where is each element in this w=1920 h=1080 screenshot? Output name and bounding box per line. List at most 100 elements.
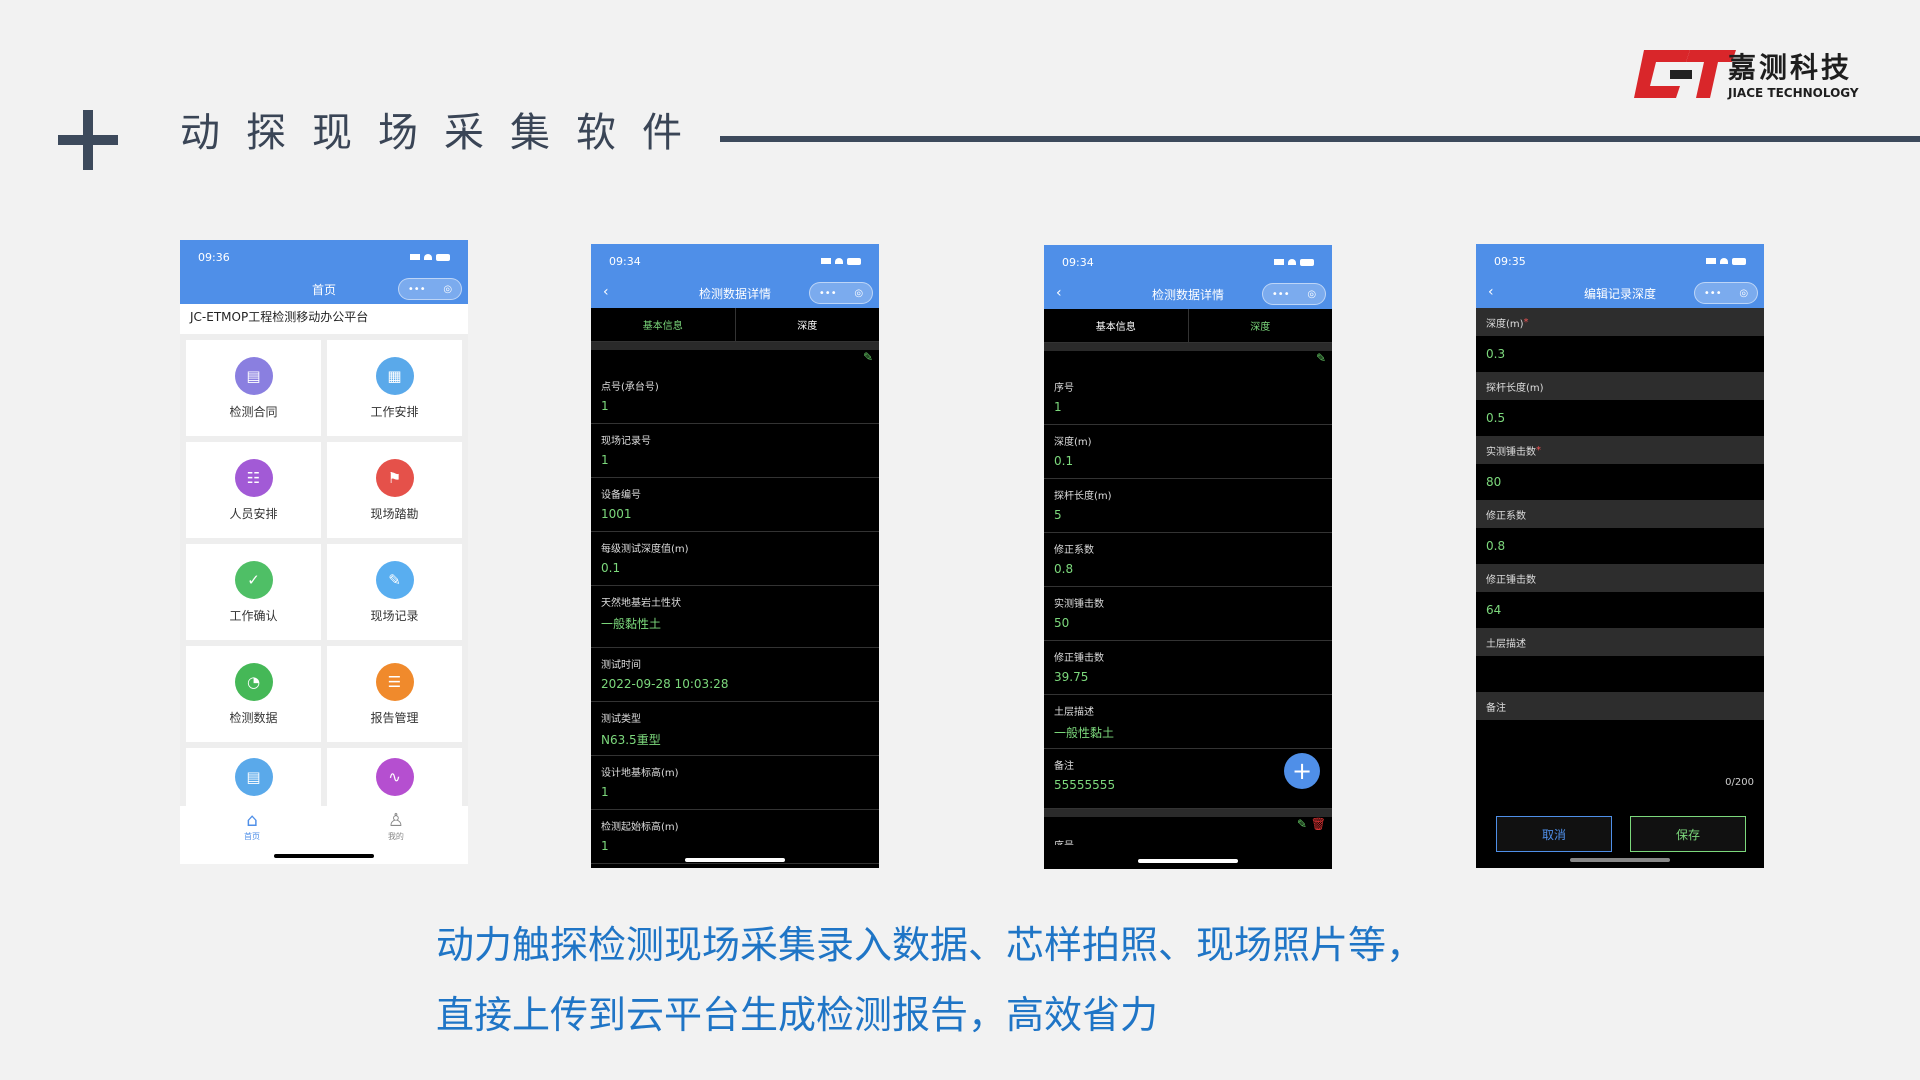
blow-count-input[interactable]: 80 bbox=[1476, 464, 1764, 500]
field-label: 点号(承台号) bbox=[601, 382, 659, 393]
field-label: 检测起始标高(m) bbox=[601, 822, 679, 833]
back-icon[interactable]: ‹ bbox=[603, 284, 609, 300]
home-indicator bbox=[274, 854, 374, 858]
field-row: 序号 1 bbox=[1044, 371, 1332, 425]
status-bar: 09:34 bbox=[1044, 245, 1332, 279]
miniapp-capsule[interactable]: ••• ◎ bbox=[398, 278, 462, 300]
field-value: 0.1 bbox=[1054, 454, 1074, 468]
check-icon: ✓ bbox=[234, 560, 273, 599]
menu-item-schedule[interactable]: ▦ 工作安排 bbox=[327, 340, 462, 436]
divider bbox=[1044, 809, 1332, 817]
field-label: 现场记录号 bbox=[601, 436, 651, 447]
list-icon: ▤ bbox=[234, 758, 273, 796]
field-row: 设备编号 1001 bbox=[591, 478, 879, 532]
nav-bar: 首页 ••• ◎ bbox=[180, 274, 468, 304]
menu-item-report[interactable]: ☰ 报告管理 bbox=[327, 646, 462, 742]
correction-factor-input[interactable]: 0.8 bbox=[1476, 528, 1764, 564]
menu-item-confirm[interactable]: ✓ 工作确认 bbox=[186, 544, 321, 640]
depth-input[interactable]: 0.3 bbox=[1476, 336, 1764, 372]
tab-label: 我的 bbox=[387, 832, 404, 841]
chart-pie-icon: ◔ bbox=[234, 662, 273, 701]
field-label: 深度(m) bbox=[1054, 437, 1092, 448]
field-label: 测试时间 bbox=[601, 660, 641, 671]
menu-label: 报告管理 bbox=[370, 710, 419, 725]
status-icons bbox=[1706, 257, 1746, 265]
edit-icon[interactable]: ✎ bbox=[1297, 817, 1307, 831]
company-logo-icon bbox=[1634, 50, 1736, 98]
corrected-blow-input[interactable]: 64 bbox=[1476, 592, 1764, 628]
caption-line-1: 动力触探检测现场采集录入数据、芯样拍照、现场照片等， bbox=[436, 923, 1425, 967]
menu-item-staff[interactable]: ☷ 人员安排 bbox=[186, 442, 321, 538]
soil-description-input[interactable] bbox=[1476, 656, 1764, 692]
home-indicator bbox=[685, 858, 785, 862]
back-icon[interactable]: ‹ bbox=[1056, 285, 1062, 301]
nav-bar: ‹ 检测数据详情 ••• ◎ bbox=[591, 278, 879, 308]
phone-detail-basic: 09:34 ‹ 检测数据详情 ••• ◎ 基本信息 深度 ✎ 点号(承台号) 1 现… bbox=[591, 244, 879, 868]
miniapp-capsule[interactable]: ••• ◎ bbox=[1262, 283, 1326, 305]
miniapp-capsule[interactable]: ••• ◎ bbox=[809, 282, 873, 304]
back-icon[interactable]: ‹ bbox=[1488, 284, 1494, 300]
tab-depth[interactable]: 深度 bbox=[1187, 309, 1332, 343]
field-row: 备注 55555555 + bbox=[1044, 749, 1332, 809]
cancel-button[interactable]: 取消 bbox=[1496, 816, 1612, 852]
close-circle-icon[interactable]: ◎ bbox=[854, 288, 863, 299]
save-button[interactable]: 保存 bbox=[1630, 816, 1746, 852]
tab-home[interactable]: ⌂ 首页 bbox=[244, 810, 260, 864]
status-time: 09:36 bbox=[198, 250, 230, 264]
status-bar: 09:36 bbox=[180, 240, 468, 274]
miniapp-capsule[interactable]: ••• ◎ bbox=[1694, 282, 1758, 304]
status-time: 09:34 bbox=[1062, 255, 1094, 269]
remark-textarea[interactable]: 0/200 bbox=[1476, 720, 1764, 794]
edit-icon[interactable]: ✎ bbox=[591, 350, 879, 370]
detail-tabs: 基本信息 深度 bbox=[591, 308, 879, 342]
field-row: 天然地基岩土性状 一般黏性土 bbox=[591, 586, 879, 648]
edit-icon[interactable]: ✎ bbox=[1044, 351, 1332, 371]
nav-title: 编辑记录深度 bbox=[1583, 286, 1656, 301]
schedule-icon: ▦ bbox=[375, 356, 414, 395]
more-icon[interactable]: ••• bbox=[819, 288, 837, 299]
menu-label: 工作确认 bbox=[229, 608, 278, 623]
nav-title: 检测数据详情 bbox=[698, 286, 771, 301]
field-row: 点号(承台号) 1 bbox=[591, 370, 879, 424]
menu-item-data[interactable]: ◔ 检测数据 bbox=[186, 646, 321, 742]
phone1-header: 09:36 首页 ••• ◎ bbox=[180, 240, 468, 304]
menu-item-more1[interactable]: ▤ bbox=[186, 748, 321, 808]
more-icon[interactable]: ••• bbox=[1272, 289, 1290, 300]
tab-depth[interactable]: 深度 bbox=[734, 308, 879, 342]
more-icon[interactable]: ••• bbox=[408, 284, 426, 295]
close-circle-icon[interactable]: ◎ bbox=[1307, 289, 1316, 300]
menu-item-survey[interactable]: ⚑ 现场踏勘 bbox=[327, 442, 462, 538]
next-record-label: 序号 bbox=[1044, 837, 1332, 845]
tab-basic-info[interactable]: 基本信息 bbox=[1044, 309, 1188, 343]
phone3-header: 09:34 ‹ 检测数据详情 ••• ◎ bbox=[1044, 245, 1332, 309]
plus-icon bbox=[58, 110, 118, 170]
add-record-button[interactable]: + bbox=[1284, 753, 1320, 789]
menu-item-more2[interactable]: ∿ bbox=[327, 748, 462, 808]
field-label: 探杆长度(m) bbox=[1054, 491, 1112, 502]
form-label: 探杆长度(m) bbox=[1476, 372, 1764, 400]
form-label-text: 深度(m) bbox=[1486, 318, 1524, 330]
field-value: 39.75 bbox=[1054, 670, 1089, 684]
field-value: 1 bbox=[601, 785, 609, 799]
phone2-header: 09:34 ‹ 检测数据详情 ••• ◎ bbox=[591, 244, 879, 308]
nav-title: 首页 bbox=[311, 282, 336, 297]
tab-basic-info[interactable]: 基本信息 bbox=[591, 308, 735, 342]
page-title: 动探现场采集软件 bbox=[180, 110, 708, 156]
menu-item-record[interactable]: ✎ 现场记录 bbox=[327, 544, 462, 640]
divider bbox=[1044, 343, 1332, 351]
delete-icon[interactable]: 🗑 bbox=[1311, 817, 1326, 831]
close-circle-icon[interactable]: ◎ bbox=[1739, 288, 1748, 299]
field-list: 序号 1 深度(m) 0.1 探杆长度(m) 5 修正系数 0.8 实测锤击数 50 修正… bbox=[1044, 371, 1332, 809]
field-row: 探杆长度(m) 5 bbox=[1044, 479, 1332, 533]
rod-length-input[interactable]: 0.5 bbox=[1476, 400, 1764, 436]
field-row: 每级测试深度值(m) 0.1 bbox=[591, 532, 879, 586]
tab-mine[interactable]: ♙ 我的 bbox=[388, 810, 404, 864]
field-row: 测试时间 2022-09-28 10:03:28 bbox=[591, 648, 879, 702]
field-value: 0.8 bbox=[1054, 562, 1074, 576]
menu-item-contract[interactable]: ▤ 检测合同 bbox=[186, 340, 321, 436]
more-icon[interactable]: ••• bbox=[1704, 288, 1722, 299]
field-value: 1001 bbox=[601, 507, 632, 521]
form-label: 实测锤击数 * bbox=[1476, 436, 1764, 464]
status-bar: 09:34 bbox=[591, 244, 879, 278]
close-circle-icon[interactable]: ◎ bbox=[443, 284, 452, 295]
